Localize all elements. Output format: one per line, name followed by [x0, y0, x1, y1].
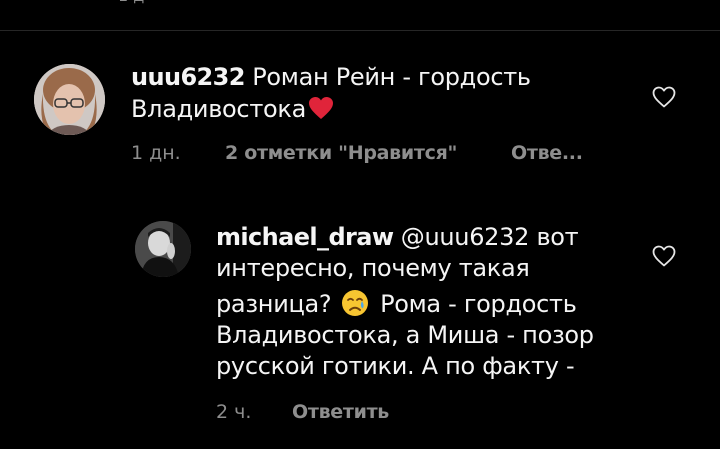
crying-face-emoji-icon	[341, 289, 369, 325]
comment-text-michael-draw: michael_draw @uuu6232 вот интересно, поч…	[216, 222, 646, 382]
comment-line: интересно, почему такая	[216, 254, 530, 282]
mention-link[interactable]: @uuu6232	[401, 223, 530, 251]
username-uuu6232[interactable]: uuu6232	[131, 63, 245, 91]
comment-line: Рома - гордость	[380, 290, 577, 318]
comment-line: Владивостока, а Миша - позор	[216, 321, 594, 349]
comment-michael-draw: michael_draw @uuu6232 вот интересно, поч…	[0, 200, 720, 449]
reply-button[interactable]: Отве...	[511, 142, 583, 164]
comment-line: разница?	[216, 290, 332, 318]
comment-meta-uuu6232: 1 дн. 2 отметки "Нравится" Отве...	[131, 142, 631, 168]
comment-line: Владивостока	[131, 95, 306, 123]
comment-line: русской готики. А по факту -	[216, 352, 575, 380]
heart-outline-icon[interactable]	[652, 245, 676, 267]
timestamp: 2 ч.	[216, 401, 252, 423]
username-michael-draw[interactable]: michael_draw	[216, 223, 394, 251]
likes-count-link[interactable]: 2 отметки "Нравится"	[225, 142, 457, 164]
comment-meta-michael-draw: 2 ч. Ответить	[216, 401, 616, 427]
comment-uuu6232: uuu6232 Роман Рейн - гордость Владивосто…	[0, 0, 720, 200]
red-heart-emoji-icon	[308, 96, 334, 128]
avatar-michael-draw[interactable]	[135, 221, 191, 277]
comment-line: вот	[536, 223, 579, 251]
avatar-uuu6232[interactable]	[34, 64, 105, 135]
timestamp: 1 дн.	[131, 142, 181, 164]
comment-line: Роман Рейн - гордость	[252, 63, 531, 91]
comment-text-uuu6232: uuu6232 Роман Рейн - гордость Владивосто…	[131, 62, 631, 125]
heart-outline-icon[interactable]	[652, 86, 676, 108]
reply-button[interactable]: Ответить	[292, 401, 389, 423]
